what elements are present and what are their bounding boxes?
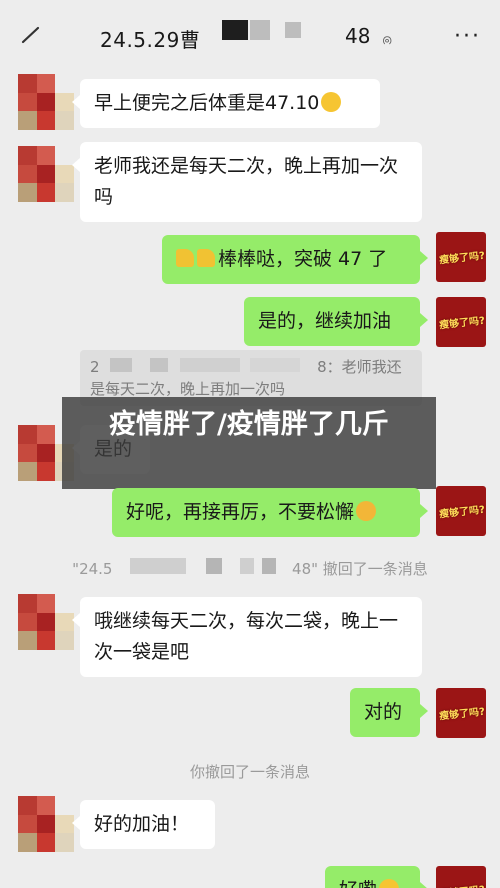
- message-text: 哦继续每天二次，每次二袋，晚上一次一袋是吧: [94, 610, 399, 663]
- avatar[interactable]: [18, 594, 74, 650]
- message-bubble-incoming[interactable]: 好的加油！: [72, 800, 215, 849]
- message-text: 好的加油！: [94, 813, 190, 835]
- message-bubble-incoming[interactable]: 老师我还是每天二次，晚上再加一次吗: [72, 142, 422, 222]
- message-bubble-outgoing[interactable]: 对的: [350, 688, 428, 737]
- message-text: 是的，继续加油: [258, 310, 392, 332]
- chat-title-suffix: 48: [345, 24, 371, 48]
- avatar[interactable]: [18, 74, 74, 130]
- quote-text: 8：老师我还: [317, 358, 402, 376]
- quote-text: 2: [90, 358, 100, 376]
- overlay-banner: 疫情胖了/疫情胖了几斤: [62, 397, 436, 489]
- message-text: 对的: [364, 701, 403, 723]
- system-redaction: [240, 558, 254, 574]
- title-redaction: [222, 20, 248, 40]
- determined-emoji-icon: [356, 501, 377, 521]
- more-icon[interactable]: ···: [454, 24, 481, 49]
- message-bubble-outgoing[interactable]: 好嘞: [325, 866, 428, 888]
- message-bubble-incoming[interactable]: 哦继续每天二次，每次二袋，晚上一次一袋是吧: [72, 597, 422, 677]
- my-avatar[interactable]: 瘦够了吗?: [436, 486, 486, 536]
- emoji-icon: [379, 879, 400, 888]
- back-arrow-icon[interactable]: [20, 24, 42, 46]
- banner-text: 疫情胖了/疫情胖了几斤: [109, 409, 389, 440]
- recall-notice: 你撤回了一条消息: [0, 761, 500, 782]
- system-redaction: [206, 558, 222, 574]
- chat-title: 24.5.29曹: [100, 28, 201, 52]
- avatar-sticker-text: 瘦够了吗?: [438, 881, 486, 888]
- message-bubble-outgoing[interactable]: 棒棒哒，突破 47 了: [162, 235, 428, 284]
- quote-redaction: [110, 358, 132, 372]
- avatar-sticker-text: 瘦够了吗?: [438, 315, 486, 332]
- message-text: 棒棒哒，突破 47 了: [218, 248, 388, 270]
- avatar-sticker-text: 瘦够了吗?: [438, 504, 486, 521]
- title-redaction: [250, 20, 270, 40]
- message-text: 好呢，再接再厉，不要松懈: [126, 501, 355, 523]
- system-redaction: [262, 558, 276, 574]
- message-text: 好嘞: [339, 879, 377, 888]
- avatar[interactable]: [18, 796, 74, 852]
- avatar[interactable]: [18, 146, 74, 202]
- thumbs-up-icon: [176, 249, 194, 267]
- chat-header: 24.5.29曹 48 ၐ ···: [0, 0, 500, 72]
- message-bubble-outgoing[interactable]: 是的，继续加油: [244, 297, 428, 346]
- system-text: "24.5: [72, 560, 113, 578]
- quote-redaction: [250, 358, 300, 372]
- message-bubble-outgoing[interactable]: 好呢，再接再厉，不要松懈: [112, 488, 428, 537]
- avatar-sticker-text: 瘦够了吗?: [438, 250, 486, 267]
- system-text: 你撤回了一条消息: [189, 763, 310, 781]
- message-text: 早上便完之后体重是47.10: [94, 92, 320, 114]
- my-avatar[interactable]: 瘦够了吗?: [436, 232, 486, 282]
- earpiece-icon[interactable]: ၐ: [382, 26, 392, 53]
- quote-redaction: [180, 358, 240, 372]
- quote-redaction: [150, 358, 168, 372]
- thinking-emoji-icon: [321, 92, 342, 112]
- system-redaction: [130, 558, 186, 574]
- avatar-sticker-text: 瘦够了吗?: [438, 706, 486, 723]
- my-avatar[interactable]: 瘦够了吗?: [436, 297, 486, 347]
- thumbs-up-icon: [197, 249, 215, 267]
- my-avatar[interactable]: 瘦够了吗?: [436, 866, 486, 888]
- my-avatar[interactable]: 瘦够了吗?: [436, 688, 486, 738]
- message-text: 老师我还是每天二次，晚上再加一次吗: [94, 155, 399, 208]
- system-text: 48" 撤回了一条消息: [292, 560, 428, 578]
- message-bubble-incoming[interactable]: 早上便完之后体重是47.10: [72, 79, 380, 128]
- title-redaction: [285, 22, 301, 38]
